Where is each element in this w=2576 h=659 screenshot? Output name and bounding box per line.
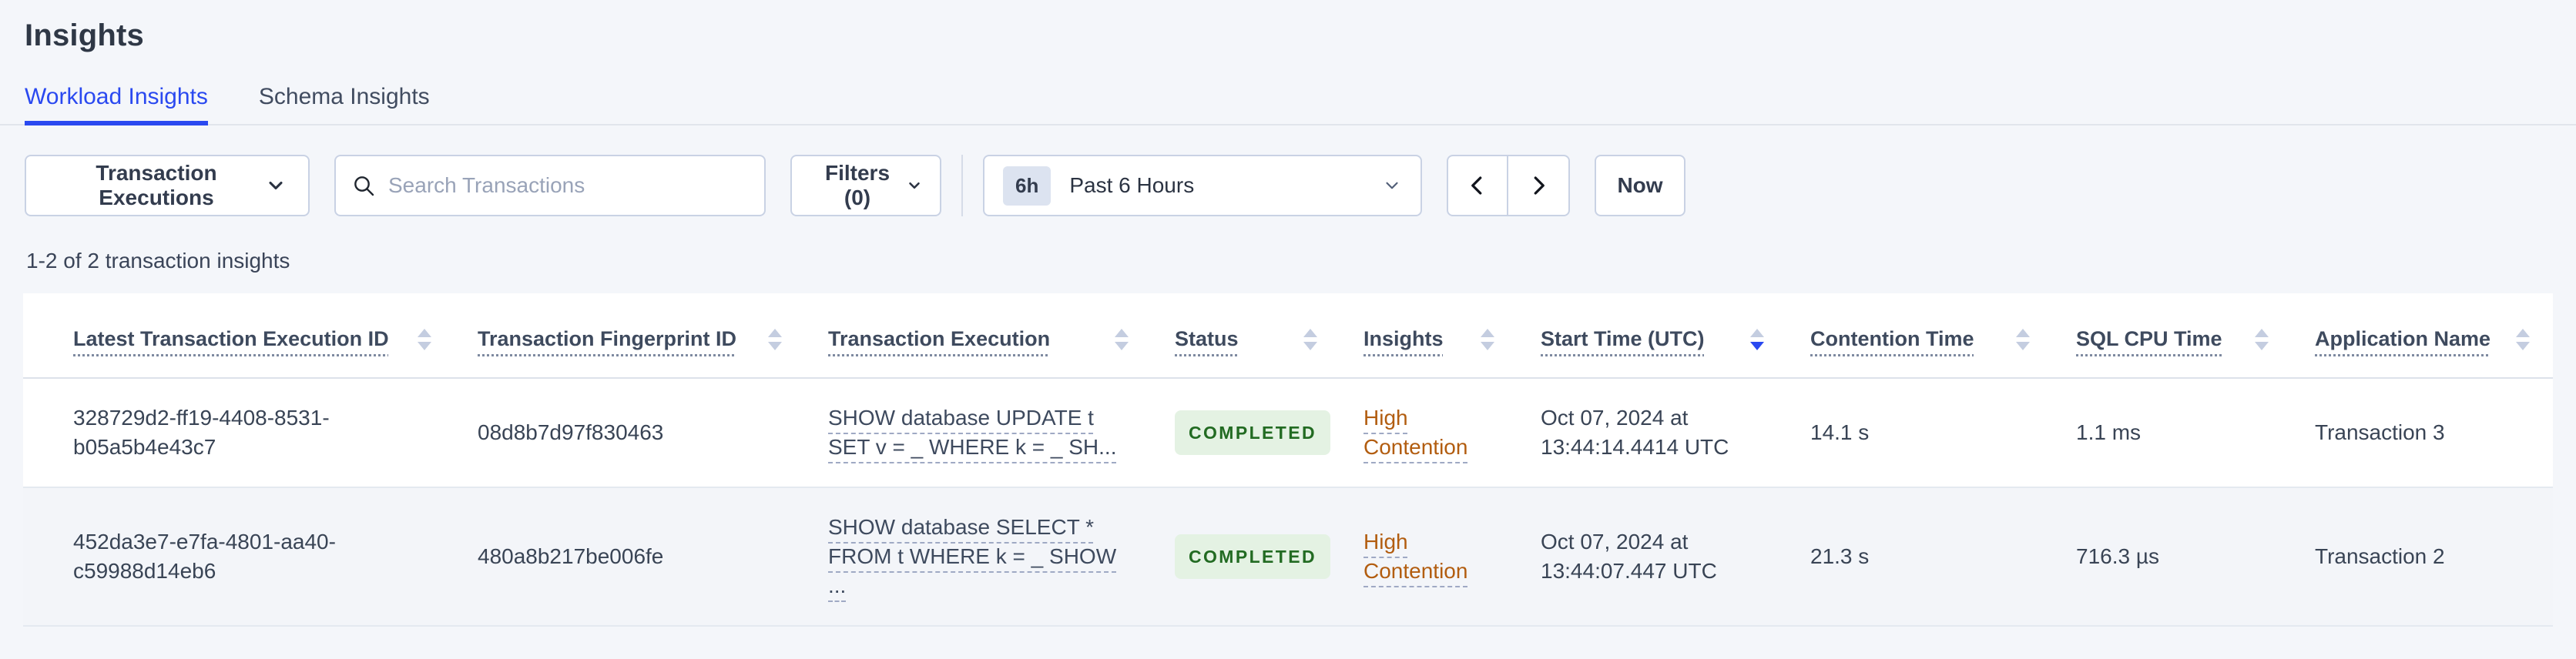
search-input[interactable] xyxy=(388,159,749,212)
sort-arrows-icon[interactable] xyxy=(1470,328,1494,350)
column-header-start-time[interactable]: Start Time (UTC) xyxy=(1518,293,1787,379)
insights-page: Insights Workload Insights Schema Insigh… xyxy=(0,0,2576,659)
sort-arrows-icon[interactable] xyxy=(2244,328,2269,350)
status-badge: COMPLETED xyxy=(1175,534,1330,579)
sort-arrows-icon[interactable] xyxy=(1104,328,1129,350)
contention-time-cell: 21.3 s xyxy=(1810,544,1870,568)
filters-label: Filters (0) xyxy=(824,161,891,209)
insights-table-card: Latest Transaction Execution ID Transact… xyxy=(23,293,2553,627)
search-box xyxy=(334,155,766,216)
insight-link[interactable]: High Contention xyxy=(1363,530,1467,583)
start-time-cell: Oct 07, 2024 at 13:44:07.447 UTC xyxy=(1541,530,1717,583)
column-header-contention-time[interactable]: Contention Time xyxy=(1787,293,2053,379)
column-header-latest-transaction-execution-id[interactable]: Latest Transaction Execution ID xyxy=(23,293,454,379)
results-summary: 1-2 of 2 transaction insights xyxy=(26,249,290,273)
chevron-right-icon xyxy=(1534,176,1545,195)
column-header-transaction-fingerprint-id[interactable]: Transaction Fingerprint ID xyxy=(454,293,805,379)
column-header-insights[interactable]: Insights xyxy=(1340,293,1518,379)
chevron-down-icon xyxy=(1386,182,1398,189)
insight-link[interactable]: High Contention xyxy=(1363,406,1467,459)
status-badge: COMPLETED xyxy=(1175,410,1330,455)
sql-cpu-time-cell: 1.1 ms xyxy=(2076,420,2142,444)
column-header-transaction-execution[interactable]: Transaction Execution xyxy=(805,293,1152,379)
now-button[interactable]: Now xyxy=(1595,155,1685,216)
chevron-left-icon xyxy=(1471,176,1482,195)
execution-id-cell: 452da3e7-e7fa-4801-aa40-c59988d14eb6 xyxy=(73,530,336,583)
column-header-status[interactable]: Status xyxy=(1152,293,1340,379)
transaction-type-label: Transaction Executions xyxy=(96,161,217,209)
tab-bar: Workload Insights Schema Insights xyxy=(0,84,2576,125)
column-header-sql-cpu-time[interactable]: SQL CPU Time xyxy=(2053,293,2292,379)
sql-cpu-time-cell: 716.3 µs xyxy=(2076,544,2159,568)
application-name-cell: Transaction 2 xyxy=(2315,544,2445,568)
sort-arrows-icon[interactable] xyxy=(2505,328,2530,350)
time-range-chip: 6h xyxy=(1003,166,1052,206)
sort-arrows-icon[interactable] xyxy=(2005,328,2030,350)
sort-arrows-icon[interactable] xyxy=(1739,328,1764,350)
sort-arrows-icon[interactable] xyxy=(1293,328,1317,350)
tab-schema-insights[interactable]: Schema Insights xyxy=(259,84,430,125)
transaction-insights-table: Latest Transaction Execution ID Transact… xyxy=(23,293,2553,627)
page-title: Insights xyxy=(25,18,144,52)
fingerprint-id-cell: 08d8b7d97f830463 xyxy=(478,420,664,444)
sort-arrows-icon[interactable] xyxy=(757,328,782,350)
chevron-down-icon xyxy=(909,182,920,189)
execution-id-cell: 328729d2-ff19-4408-8531-b05a5b4e43c7 xyxy=(73,406,330,459)
start-time-cell: Oct 07, 2024 at 13:44:14.4414 UTC xyxy=(1541,406,1729,459)
next-time-button[interactable] xyxy=(1508,156,1568,215)
transaction-execution-link[interactable]: SHOW database SELECT * FROM t WHERE k = … xyxy=(828,515,1116,597)
filters-button[interactable]: Filters (0) xyxy=(790,155,941,216)
time-nav-group xyxy=(1447,155,1570,216)
time-range-picker[interactable]: 6h Past 6 Hours xyxy=(983,155,1422,216)
contention-time-cell: 14.1 s xyxy=(1810,420,1870,444)
transaction-execution-link[interactable]: SHOW database UPDATE t SET v = _ WHERE k… xyxy=(828,406,1117,459)
sort-arrows-icon[interactable] xyxy=(407,328,431,350)
toolbar: Transaction Executions Filters (0) 6h Pa… xyxy=(0,155,2576,216)
time-range-label: Past 6 Hours xyxy=(1069,173,1195,197)
fingerprint-id-cell: 480a8b217be006fe xyxy=(478,544,664,568)
prev-time-button[interactable] xyxy=(1448,156,1508,215)
tab-workload-insights[interactable]: Workload Insights xyxy=(25,84,208,125)
transaction-type-dropdown[interactable]: Transaction Executions xyxy=(25,155,310,216)
table-header-row: Latest Transaction Execution ID Transact… xyxy=(23,293,2553,379)
column-header-application-name[interactable]: Application Name xyxy=(2292,293,2553,379)
search-icon xyxy=(354,176,374,196)
table-row: 452da3e7-e7fa-4801-aa40-c59988d14eb6 480… xyxy=(23,487,2553,627)
chevron-down-icon xyxy=(269,181,283,190)
toolbar-divider xyxy=(961,155,963,216)
table-row: 328729d2-ff19-4408-8531-b05a5b4e43c7 08d… xyxy=(23,378,2553,488)
application-name-cell: Transaction 3 xyxy=(2315,420,2445,444)
